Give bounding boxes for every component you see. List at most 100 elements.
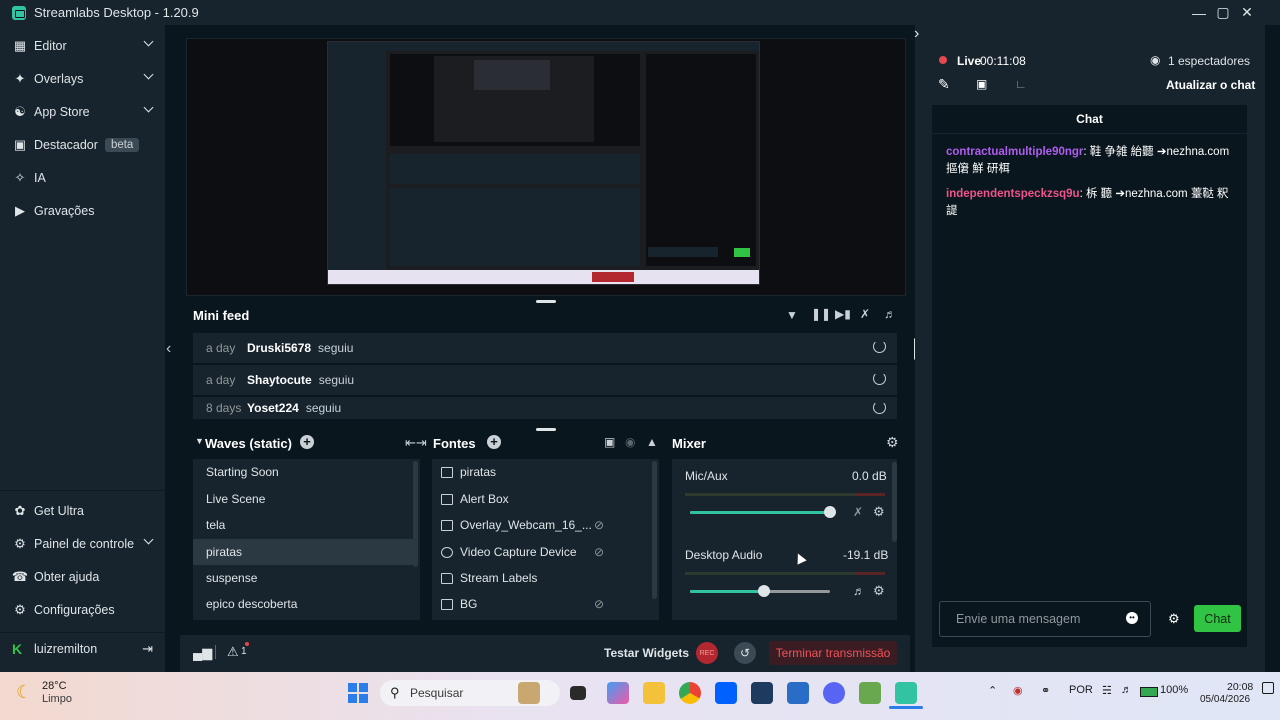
rec-button[interactable]: REC [696,642,718,664]
streamlabs-taskbar-icon[interactable] [895,682,917,704]
add-scene-icon[interactable]: + [300,435,314,449]
speaker-icon[interactable]: ♬ [853,584,865,598]
chat-send-button[interactable]: Chat [1194,605,1241,632]
volume-slider-knob[interactable] [758,585,770,597]
end-stream-button[interactable]: Terminar transmissão [769,641,897,665]
volume-tray-icon[interactable]: ♬ [1121,684,1132,696]
sidebar-item-settings[interactable]: ⚙ Configurações [0,593,165,626]
battery-icon[interactable] [1140,687,1158,697]
sidebar-item-get-ultra[interactable]: ✿ Get Ultra [0,494,165,527]
muted-speaker-icon[interactable]: ✗ [853,505,863,519]
scene-item[interactable]: Starting Soon [193,459,413,485]
mute-alerts-icon[interactable]: ✗ [860,307,870,321]
logout-icon[interactable]: ⇥ [142,641,153,657]
mixer-settings-icon[interactable]: ⚙ [886,434,899,451]
sidebar-item-help[interactable]: ☎ Obter ajuda [0,560,165,593]
eye-off-icon[interactable]: ⊘ [594,545,604,559]
add-folder-icon[interactable]: ▲ [646,435,658,449]
microphone-icon[interactable]: ⚭ [1041,684,1050,697]
mixer-scrollbar[interactable] [892,462,897,542]
discord-icon[interactable] [823,682,845,704]
volume-slider-knob[interactable] [824,506,836,518]
resize-handle[interactable] [536,428,556,431]
clock-time[interactable]: 20:08 [1227,681,1253,693]
channel-settings-icon[interactable]: ⚙ [873,583,885,599]
chevron-left-icon[interactable]: ‹ [166,340,180,357]
file-explorer-icon[interactable] [643,682,665,704]
source-item[interactable]: Stream Labels [432,565,650,591]
scene-item[interactable]: suspense [193,565,413,591]
sources-scrollbar[interactable] [652,461,657,599]
dropbox-icon[interactable] [715,682,737,704]
eye-off-icon[interactable]: ⊘ [594,597,604,611]
emoji-icon[interactable]: •• [1126,612,1138,624]
chrome-icon[interactable] [679,682,701,704]
clip-icon[interactable]: ▣ [976,77,987,91]
source-item[interactable]: Overlay_Webcam_16_... ⊘ [432,512,650,538]
scene-item[interactable]: epico descoberta [193,591,413,617]
scene-item[interactable]: tela [193,512,413,538]
clock-date[interactable]: 05/04/2026 [1200,694,1250,705]
skip-icon[interactable]: ▶▮ [835,307,851,321]
transitions-icon[interactable]: ⇤⇥ [405,435,427,451]
scene-item-selected[interactable]: piratas [193,539,413,565]
edit-stream-icon[interactable]: ✎ [938,76,950,93]
scenes-scrollbar[interactable] [413,461,418,567]
pause-icon[interactable]: ❚❚ [811,307,831,321]
chat-settings-icon[interactable]: ⚙ [1168,611,1180,627]
volume-icon[interactable]: ♬ [884,307,896,321]
sidebar-item-app-store[interactable]: ☯ App Store [0,95,165,128]
chat-tab[interactable]: Chat [932,105,1247,134]
share-icon[interactable]: ∟ [1015,77,1027,91]
outlook-icon[interactable] [787,682,809,704]
resize-handle[interactable] [536,300,556,303]
volume-slider[interactable] [690,506,836,518]
sidebar-item-overlays[interactable]: ✦ Overlays [0,62,165,95]
stats-icon[interactable]: ▄▆ [193,645,212,661]
language-indicator[interactable]: POR [1069,684,1093,696]
chevron-down-icon[interactable] [143,69,154,80]
alert-icon[interactable]: ⚠ [227,644,239,660]
chevron-down-icon[interactable] [143,102,154,113]
sidebar-item-dashboard[interactable]: ⚙ Painel de controle [0,527,165,560]
minecraft-icon[interactable] [859,682,881,704]
channel-settings-icon[interactable]: ⚙ [873,504,885,520]
source-item[interactable]: Alert Box [432,486,650,512]
scene-collection-title[interactable]: Waves (static) [205,436,292,451]
security-icon[interactable]: ◉ [1013,684,1023,697]
chevron-down-icon[interactable] [143,36,154,47]
photoshop-icon[interactable] [751,682,773,704]
user-account-row[interactable]: K luizremilton ⇥ [0,632,165,665]
add-source-icon[interactable]: + [487,435,501,449]
notification-center-icon[interactable] [1262,682,1274,694]
remove-source-icon[interactable]: ◉ [625,435,635,449]
replay-buffer-icon[interactable]: ↺ [734,642,756,664]
replay-alert-icon[interactable] [873,401,886,414]
refresh-chat-button[interactable]: Atualizar o chat [1166,78,1255,92]
replay-alert-icon[interactable] [873,372,886,385]
source-item[interactable]: piratas [432,459,650,485]
volume-slider[interactable] [690,585,830,597]
source-item[interactable]: Video Capture Device ⊘ [432,539,650,565]
chevron-right-icon[interactable]: › [914,25,919,43]
sidebar-item-ia[interactable]: ✧ IA [0,161,165,194]
wifi-icon[interactable]: ☵ [1102,684,1112,697]
chevron-up-icon[interactable]: ⌃ [988,684,997,697]
sidebar-item-gravacoes[interactable]: ▶ Gravações [0,194,165,227]
sidebar-item-destacador[interactable]: ▣ Destacador beta [0,128,165,161]
windows-start-icon[interactable] [348,683,368,703]
replay-alert-icon[interactable] [873,340,886,353]
studio-mode-icon[interactable]: ▣ [604,435,615,449]
task-view-icon[interactable] [570,686,586,700]
copilot-icon[interactable] [607,682,629,704]
weather-temp[interactable]: 28°C [42,680,67,692]
sidebar-item-editor[interactable]: ▦ Editor [0,29,165,62]
close-icon[interactable]: ✕ [1232,0,1262,25]
chevron-down-icon[interactable] [143,534,154,545]
source-item[interactable]: BG ⊘ [432,591,650,617]
chat-message-input[interactable]: Envie uma mensagem [939,601,1151,637]
eye-off-icon[interactable]: ⊘ [594,518,604,532]
chevron-down-icon[interactable]: ▼ [195,436,204,446]
test-widgets-button[interactable]: Testar Widgets [604,646,689,660]
scene-item[interactable]: Live Scene [193,486,413,512]
